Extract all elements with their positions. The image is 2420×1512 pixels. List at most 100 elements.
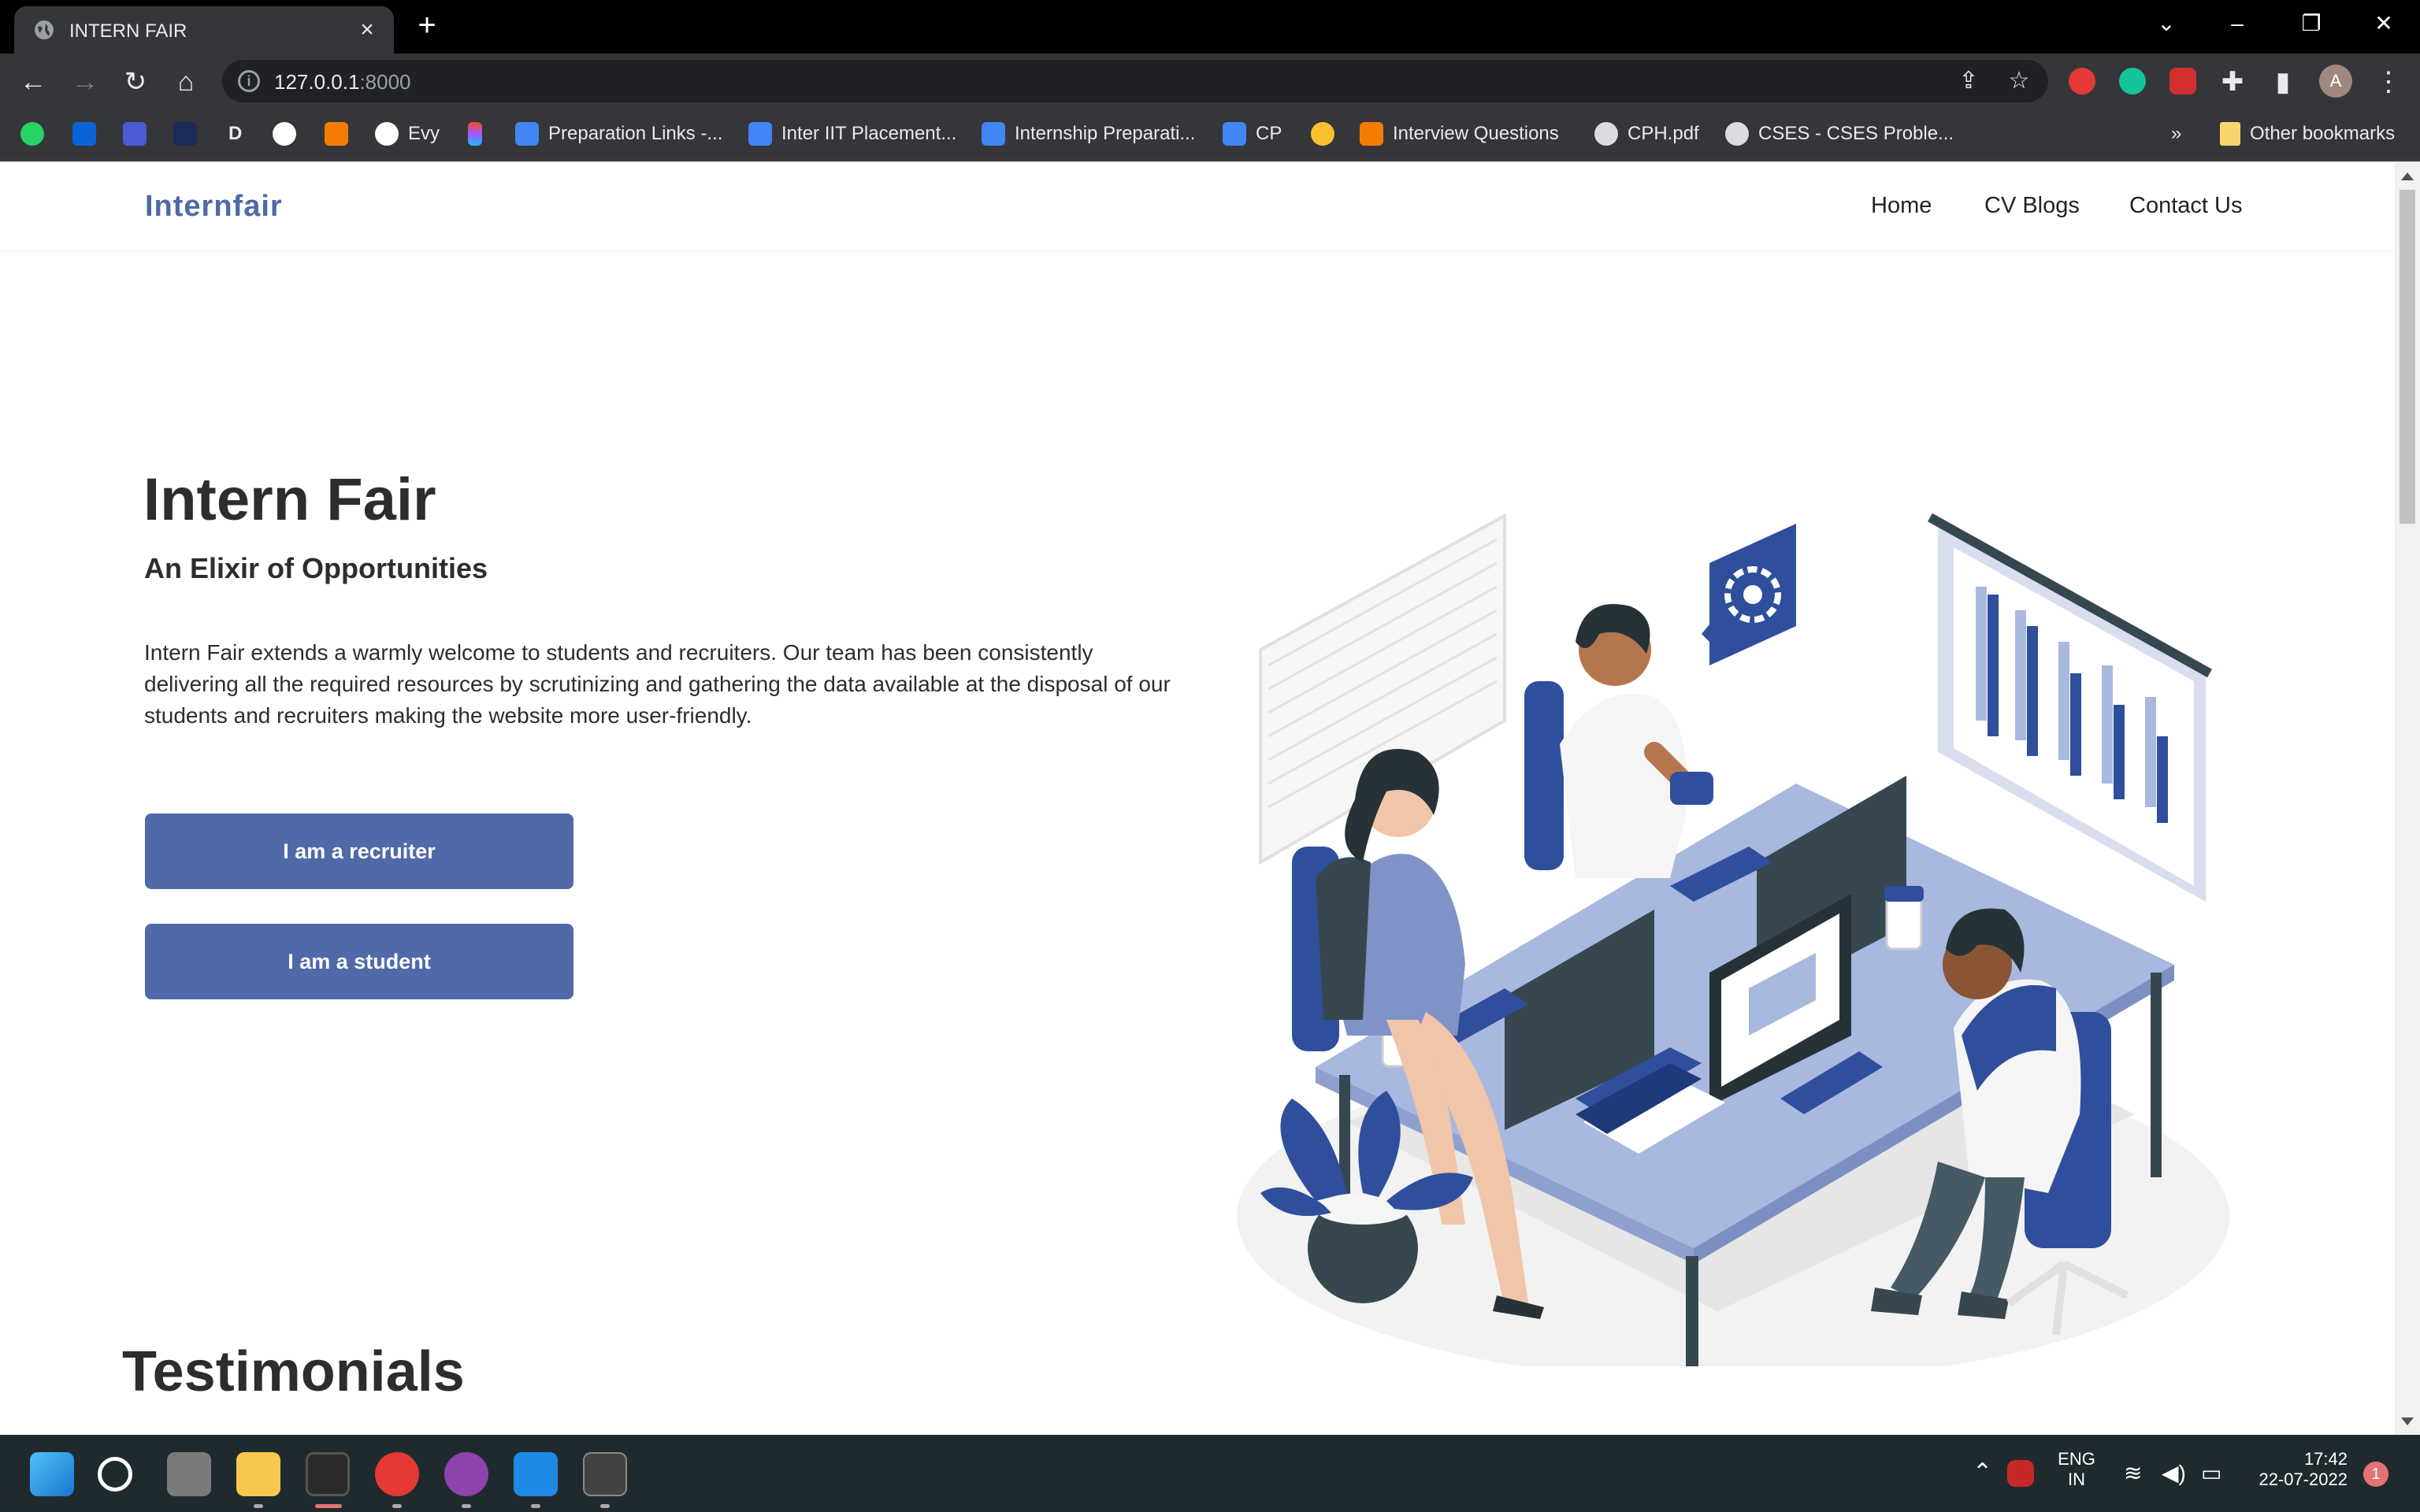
restore-button[interactable]: ❐	[2292, 8, 2330, 39]
bookmark-star-icon[interactable]: ☆	[2006, 68, 2032, 94]
bookmark-github[interactable]	[273, 120, 306, 148]
google-docs-icon	[982, 122, 1005, 146]
app-icon	[173, 122, 197, 146]
bookmark-preparation-links[interactable]: Preparation Links -...	[515, 120, 722, 148]
running-indicator	[254, 1504, 263, 1508]
youtube-music-icon[interactable]	[375, 1452, 419, 1496]
folder-icon	[2220, 122, 2240, 146]
bookmark-orange-app[interactable]	[325, 120, 358, 148]
nav-home[interactable]: Home	[1871, 193, 1932, 219]
battery-icon[interactable]: ▭	[2201, 1460, 2221, 1486]
reload-icon[interactable]: ↻	[118, 65, 153, 99]
bookmark-outlook[interactable]	[72, 120, 106, 148]
home-icon[interactable]: ⌂	[169, 65, 203, 99]
scroll-down-arrow-icon[interactable]	[2401, 1418, 2414, 1425]
active-indicator	[315, 1504, 342, 1508]
app-icon	[1311, 122, 1334, 146]
hero-description: Intern Fair extends a warmly welcome to …	[144, 640, 1171, 728]
windows-taskbar: ⌃ ENG IN ≋ ◀) ▭ 17:42 22-07-2022 1	[0, 1435, 2420, 1512]
app-icon	[1360, 122, 1383, 146]
globe-icon	[1725, 122, 1749, 146]
bookmarks-overflow-chevron[interactable]: »	[2171, 120, 2181, 148]
recruiter-button[interactable]: I am a recruiter	[145, 813, 573, 889]
running-indicator	[462, 1504, 471, 1508]
whatsapp-icon	[20, 122, 44, 146]
page-scrollbar[interactable]	[2395, 161, 2420, 1435]
bookmark-figma[interactable]	[468, 120, 492, 148]
app-icon	[325, 122, 348, 146]
chrome-icon[interactable]	[306, 1452, 350, 1496]
browser-toolbar: ← → ↻ ⌂ i 127.0.0.1:8000 ⇪ ☆ ✚ ▮ A ⋮	[0, 54, 2420, 109]
hero-subtitle: An Elixir of Opportunities	[144, 552, 488, 584]
brand-logo[interactable]: Internfair	[145, 190, 283, 224]
figma-icon	[468, 122, 482, 146]
bookmark-blue-app[interactable]	[123, 120, 156, 148]
new-tab-button[interactable]: +	[411, 9, 443, 41]
google-docs-icon	[515, 122, 539, 146]
outlook-icon	[72, 122, 96, 146]
student-button[interactable]: I am a student	[145, 924, 573, 999]
site-navbar: Internfair Home CV Blogs Contact Us	[0, 161, 2395, 250]
wifi-icon[interactable]: ≋	[2124, 1460, 2142, 1486]
forward-arrow-icon[interactable]: →	[68, 65, 102, 99]
share-icon[interactable]: ⇪	[1955, 68, 1982, 94]
nav-cv-blogs[interactable]: CV Blogs	[1984, 193, 2080, 219]
bookmark-cses[interactable]: CSES - CSES Proble...	[1725, 120, 1954, 148]
bookmark-whatsapp[interactable]	[20, 120, 54, 148]
clock[interactable]: 17:42 22-07-2022	[2244, 1449, 2348, 1490]
file-explorer-icon[interactable]	[236, 1452, 280, 1496]
browser-tab-strip: INTERN FAIR × + ⌄ – ❐ ✕	[0, 0, 2420, 54]
task-view-icon[interactable]	[167, 1452, 211, 1496]
running-indicator	[392, 1504, 402, 1508]
bookmarks-bar: D Evy Preparation Links -... Inter IIT P…	[0, 109, 2420, 161]
menu-kebab-icon[interactable]: ⋮	[2371, 65, 2406, 99]
terminal-icon[interactable]	[583, 1452, 627, 1496]
tab-search-chevron-icon[interactable]: ⌄	[2147, 8, 2185, 39]
bookmark-dark-app[interactable]	[173, 120, 206, 148]
extension-stop-icon[interactable]	[2069, 68, 2095, 94]
extension-red-icon[interactable]	[2169, 68, 2196, 94]
side-panel-icon[interactable]: ▮	[2266, 65, 2300, 99]
google-docs-icon	[748, 122, 772, 146]
grammarly-icon[interactable]	[2119, 68, 2146, 94]
profile-avatar[interactable]: A	[2319, 65, 2352, 98]
tray-chevron-up-icon[interactable]: ⌃	[1973, 1458, 1992, 1486]
vscode-icon[interactable]	[514, 1452, 558, 1496]
bookmark-colored-app[interactable]	[1311, 120, 1344, 148]
app-icon	[123, 122, 147, 146]
running-indicator	[531, 1504, 540, 1508]
bookmark-cp[interactable]: CP	[1223, 120, 1282, 148]
hero-title: Intern Fair	[143, 466, 436, 533]
github-desktop-icon[interactable]	[444, 1452, 488, 1496]
bookmark-interview-questions[interactable]: Interview Questions	[1360, 120, 1559, 148]
browser-tab[interactable]: INTERN FAIR ×	[14, 6, 394, 54]
globe-icon	[1594, 122, 1618, 146]
office-team-illustration	[1237, 513, 2229, 1366]
tab-title: INTERN FAIR	[69, 20, 187, 42]
bookmark-internship-prep[interactable]: Internship Preparati...	[982, 120, 1195, 148]
globe-icon	[35, 20, 54, 39]
other-bookmarks[interactable]: Other bookmarks	[2220, 120, 2395, 148]
volume-icon[interactable]: ◀)	[2162, 1460, 2186, 1486]
bookmark-cph-pdf[interactable]: CPH.pdf	[1594, 120, 1699, 148]
site-info-icon[interactable]: i	[238, 70, 260, 92]
back-arrow-icon[interactable]: ←	[16, 65, 50, 99]
bookmark-evy[interactable]: Evy	[375, 120, 440, 148]
github-icon	[375, 122, 399, 146]
close-tab-icon[interactable]: ×	[353, 16, 381, 44]
bookmark-d[interactable]: D	[228, 120, 242, 148]
bookmark-inter-iit[interactable]: Inter IIT Placement...	[748, 120, 956, 148]
language-indicator[interactable]: ENG IN	[2051, 1449, 2102, 1490]
close-window-button[interactable]: ✕	[2365, 8, 2403, 39]
windows-start-icon[interactable]	[30, 1452, 74, 1496]
minimize-button[interactable]: –	[2218, 8, 2256, 39]
nav-contact-us[interactable]: Contact Us	[2129, 193, 2242, 219]
address-bar[interactable]: i 127.0.0.1:8000 ⇪ ☆	[222, 60, 2048, 102]
mcafee-icon[interactable]	[2007, 1460, 2034, 1487]
scrollbar-thumb[interactable]	[2400, 190, 2415, 524]
running-indicator	[600, 1504, 610, 1508]
scroll-up-arrow-icon[interactable]	[2401, 172, 2414, 180]
extensions-puzzle-icon[interactable]: ✚	[2215, 65, 2250, 99]
notification-badge[interactable]: 1	[2363, 1462, 2388, 1487]
search-icon[interactable]	[98, 1457, 132, 1492]
